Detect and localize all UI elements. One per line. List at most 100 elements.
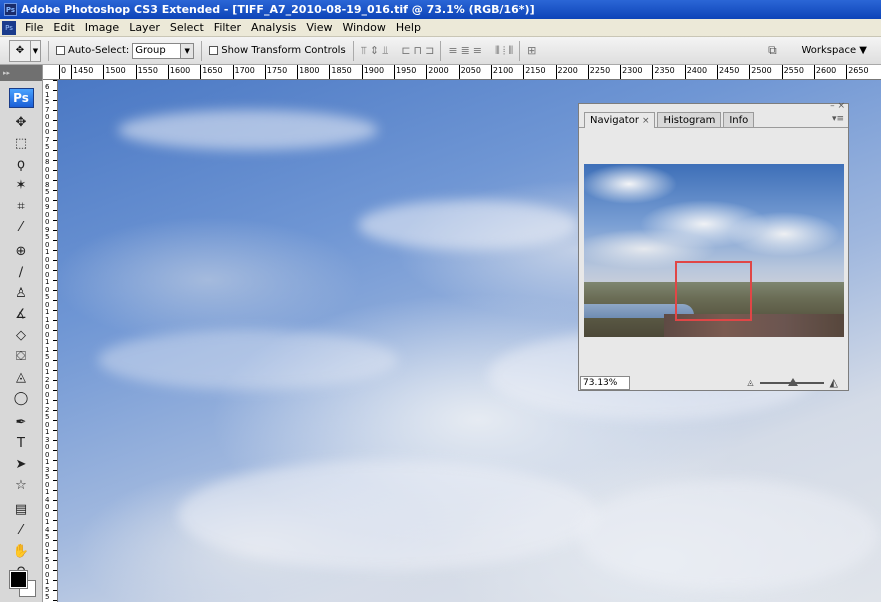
menu-bar: Ps File Edit Image Layer Select Filter A… <box>0 19 881 37</box>
vertical-ruler[interactable]: 6157000750800850900950100010501100115012… <box>43 80 58 602</box>
ruler-tick <box>103 65 105 79</box>
ruler-label: 2000 <box>428 66 449 75</box>
menu-file[interactable]: File <box>20 21 48 34</box>
zoom-slider[interactable] <box>759 377 824 386</box>
ruler-tick <box>684 65 686 79</box>
dodge-tool-icon[interactable]: ◯ <box>9 388 33 409</box>
path-selection-tool-icon[interactable]: ➤ <box>9 454 33 475</box>
chevron-down-icon: ▼ <box>32 46 39 55</box>
close-icon[interactable]: × <box>837 101 845 111</box>
paint-bucket-tool-icon[interactable]: ⛋ <box>9 346 33 367</box>
minimize-icon[interactable]: – <box>830 101 835 111</box>
show-transform-option[interactable]: Show Transform Controls <box>209 45 346 56</box>
menu-window[interactable]: Window <box>337 21 390 34</box>
ruler-label: 1800 <box>299 66 320 75</box>
ruler-label: 1 <box>45 488 50 496</box>
eyedropper-tool-icon[interactable]: ⁄ <box>9 217 33 238</box>
ruler-label: 2300 <box>622 66 643 75</box>
panel-controls: – × <box>830 101 845 111</box>
align-left-icon[interactable]: ⊏ <box>401 44 410 57</box>
crop-tool-icon[interactable]: ⌗ <box>9 196 33 217</box>
ruler-label: 1850 <box>331 66 352 75</box>
magic-wand-tool-icon[interactable]: ✶ <box>9 175 33 196</box>
title-bar: Ps Adobe Photoshop CS3 Extended - [TIFF_… <box>0 0 881 19</box>
tab-close-icon[interactable]: × <box>642 116 650 126</box>
tab-histogram[interactable]: Histogram <box>657 112 722 127</box>
blur-tool-icon[interactable]: ◬ <box>9 367 33 388</box>
toolbox: ▸▸ Ps ✥⬚ϙ✶⌗⁄⊕∕♙∡◇⛋◬◯✒T➤☆▤⁄✋⚲ <box>0 65 43 602</box>
ruler-label: 0 <box>45 383 50 391</box>
ruler-label: 0 <box>45 173 50 181</box>
tab-info[interactable]: Info <box>723 112 755 127</box>
ruler-label: 5 <box>45 353 50 361</box>
tool-preset-picker[interactable]: ✥ <box>9 39 31 62</box>
ruler-label: 8 <box>45 158 50 166</box>
auto-select-dropdown[interactable]: Group ▼ <box>132 42 195 59</box>
zoom-slider-thumb[interactable] <box>787 377 798 386</box>
align-vcenter-icon[interactable]: ⇕ <box>370 44 379 57</box>
distribute-right-icon[interactable]: ⦀ <box>508 44 513 58</box>
chevron-down-icon: ▼ <box>180 43 194 58</box>
navigator-panel: – × Navigator × Histogram Info ▾≡ 73.13%… <box>578 101 849 391</box>
navigator-view-box[interactable] <box>675 261 752 321</box>
menu-filter[interactable]: Filter <box>209 21 246 34</box>
lasso-tool-icon[interactable]: ϙ <box>9 154 33 175</box>
ruler-label: 2200 <box>557 66 578 75</box>
align-top-icon[interactable]: ⫪ <box>361 44 367 58</box>
menu-image[interactable]: Image <box>80 21 124 34</box>
menu-select[interactable]: Select <box>165 21 209 34</box>
panel-menu-icon[interactable]: ▾≡ <box>832 114 844 124</box>
history-brush-tool-icon[interactable]: ∡ <box>9 304 33 325</box>
horizontal-ruler[interactable]: 0 1450 1500 1550 1600 1650 1700 1750 1800 1850 190… <box>43 65 881 80</box>
ruler-label: 5 <box>45 473 50 481</box>
ps-logo[interactable]: Ps <box>8 88 34 108</box>
tab-navigator[interactable]: Navigator × <box>584 112 656 128</box>
distribute-bottom-icon[interactable]: ≡ <box>473 44 482 57</box>
brush-tool-icon[interactable]: ∕ <box>9 262 33 283</box>
distribute-hcenter-icon[interactable]: ⦙ <box>503 44 506 58</box>
type-tool-icon[interactable]: T <box>9 433 33 454</box>
ruler-label: 0 <box>45 218 50 226</box>
foreground-color-swatch[interactable] <box>9 570 28 589</box>
custom-shape-tool-icon[interactable]: ☆ <box>9 475 33 496</box>
divider <box>440 40 442 61</box>
distribute-vcenter-icon[interactable]: ≣ <box>461 44 470 57</box>
workspace-icon[interactable]: ⧉ <box>761 43 783 59</box>
pen-tool-icon[interactable]: ✒ <box>9 412 33 433</box>
menu-edit[interactable]: Edit <box>48 21 79 34</box>
zoom-out-icon[interactable]: ◬ <box>747 378 753 387</box>
marquee-tool-icon[interactable]: ⬚ <box>9 133 33 154</box>
ruler-label: 2100 <box>492 66 514 75</box>
menu-view[interactable]: View <box>301 21 337 34</box>
clone-stamp-tool-icon[interactable]: ♙ <box>9 283 33 304</box>
distribute-left-icon[interactable]: ⦀ <box>495 44 500 58</box>
panel-titlebar[interactable]: – × <box>579 101 848 111</box>
notes-tool-icon[interactable]: ▤ <box>9 499 33 520</box>
navigator-thumbnail[interactable] <box>584 164 844 337</box>
healing-brush-tool-icon[interactable]: ⊕ <box>9 241 33 262</box>
zoom-in-icon[interactable]: ◭ <box>830 376 838 389</box>
auto-align-icon[interactable]: ⊞ <box>527 44 536 57</box>
ruler-label: 1650 <box>202 66 223 75</box>
align-hcenter-icon[interactable]: ⊓ <box>414 44 423 57</box>
hand-tool-icon[interactable]: ✋ <box>9 541 33 562</box>
menu-layer[interactable]: Layer <box>124 21 165 34</box>
auto-select-option[interactable]: Auto-Select: <box>56 45 129 56</box>
eraser-tool-icon[interactable]: ◇ <box>9 325 33 346</box>
menu-analysis[interactable]: Analysis <box>246 21 301 34</box>
zoom-input[interactable]: 73.13% <box>580 375 630 390</box>
align-bottom-icon[interactable]: ⫫ <box>382 44 388 58</box>
menu-help[interactable]: Help <box>391 21 426 34</box>
auto-select-checkbox[interactable] <box>56 46 65 55</box>
move-tool-icon[interactable]: ✥ <box>9 112 33 133</box>
align-right-icon[interactable]: ⊐ <box>425 44 434 57</box>
ruler-label: 1 <box>45 428 50 436</box>
tab-label: Info <box>729 114 749 126</box>
tool-preset-dropdown[interactable]: ▼ <box>31 39 41 62</box>
document-icon[interactable]: Ps <box>2 20 16 35</box>
show-transform-checkbox[interactable] <box>209 46 219 55</box>
color-sampler-tool-icon[interactable]: ⁄ <box>9 520 33 541</box>
toolbox-grip[interactable]: ▸▸ <box>0 65 42 81</box>
distribute-top-icon[interactable]: ≡ <box>448 44 457 57</box>
workspace-menu[interactable]: Workspace ▼ <box>801 45 867 56</box>
